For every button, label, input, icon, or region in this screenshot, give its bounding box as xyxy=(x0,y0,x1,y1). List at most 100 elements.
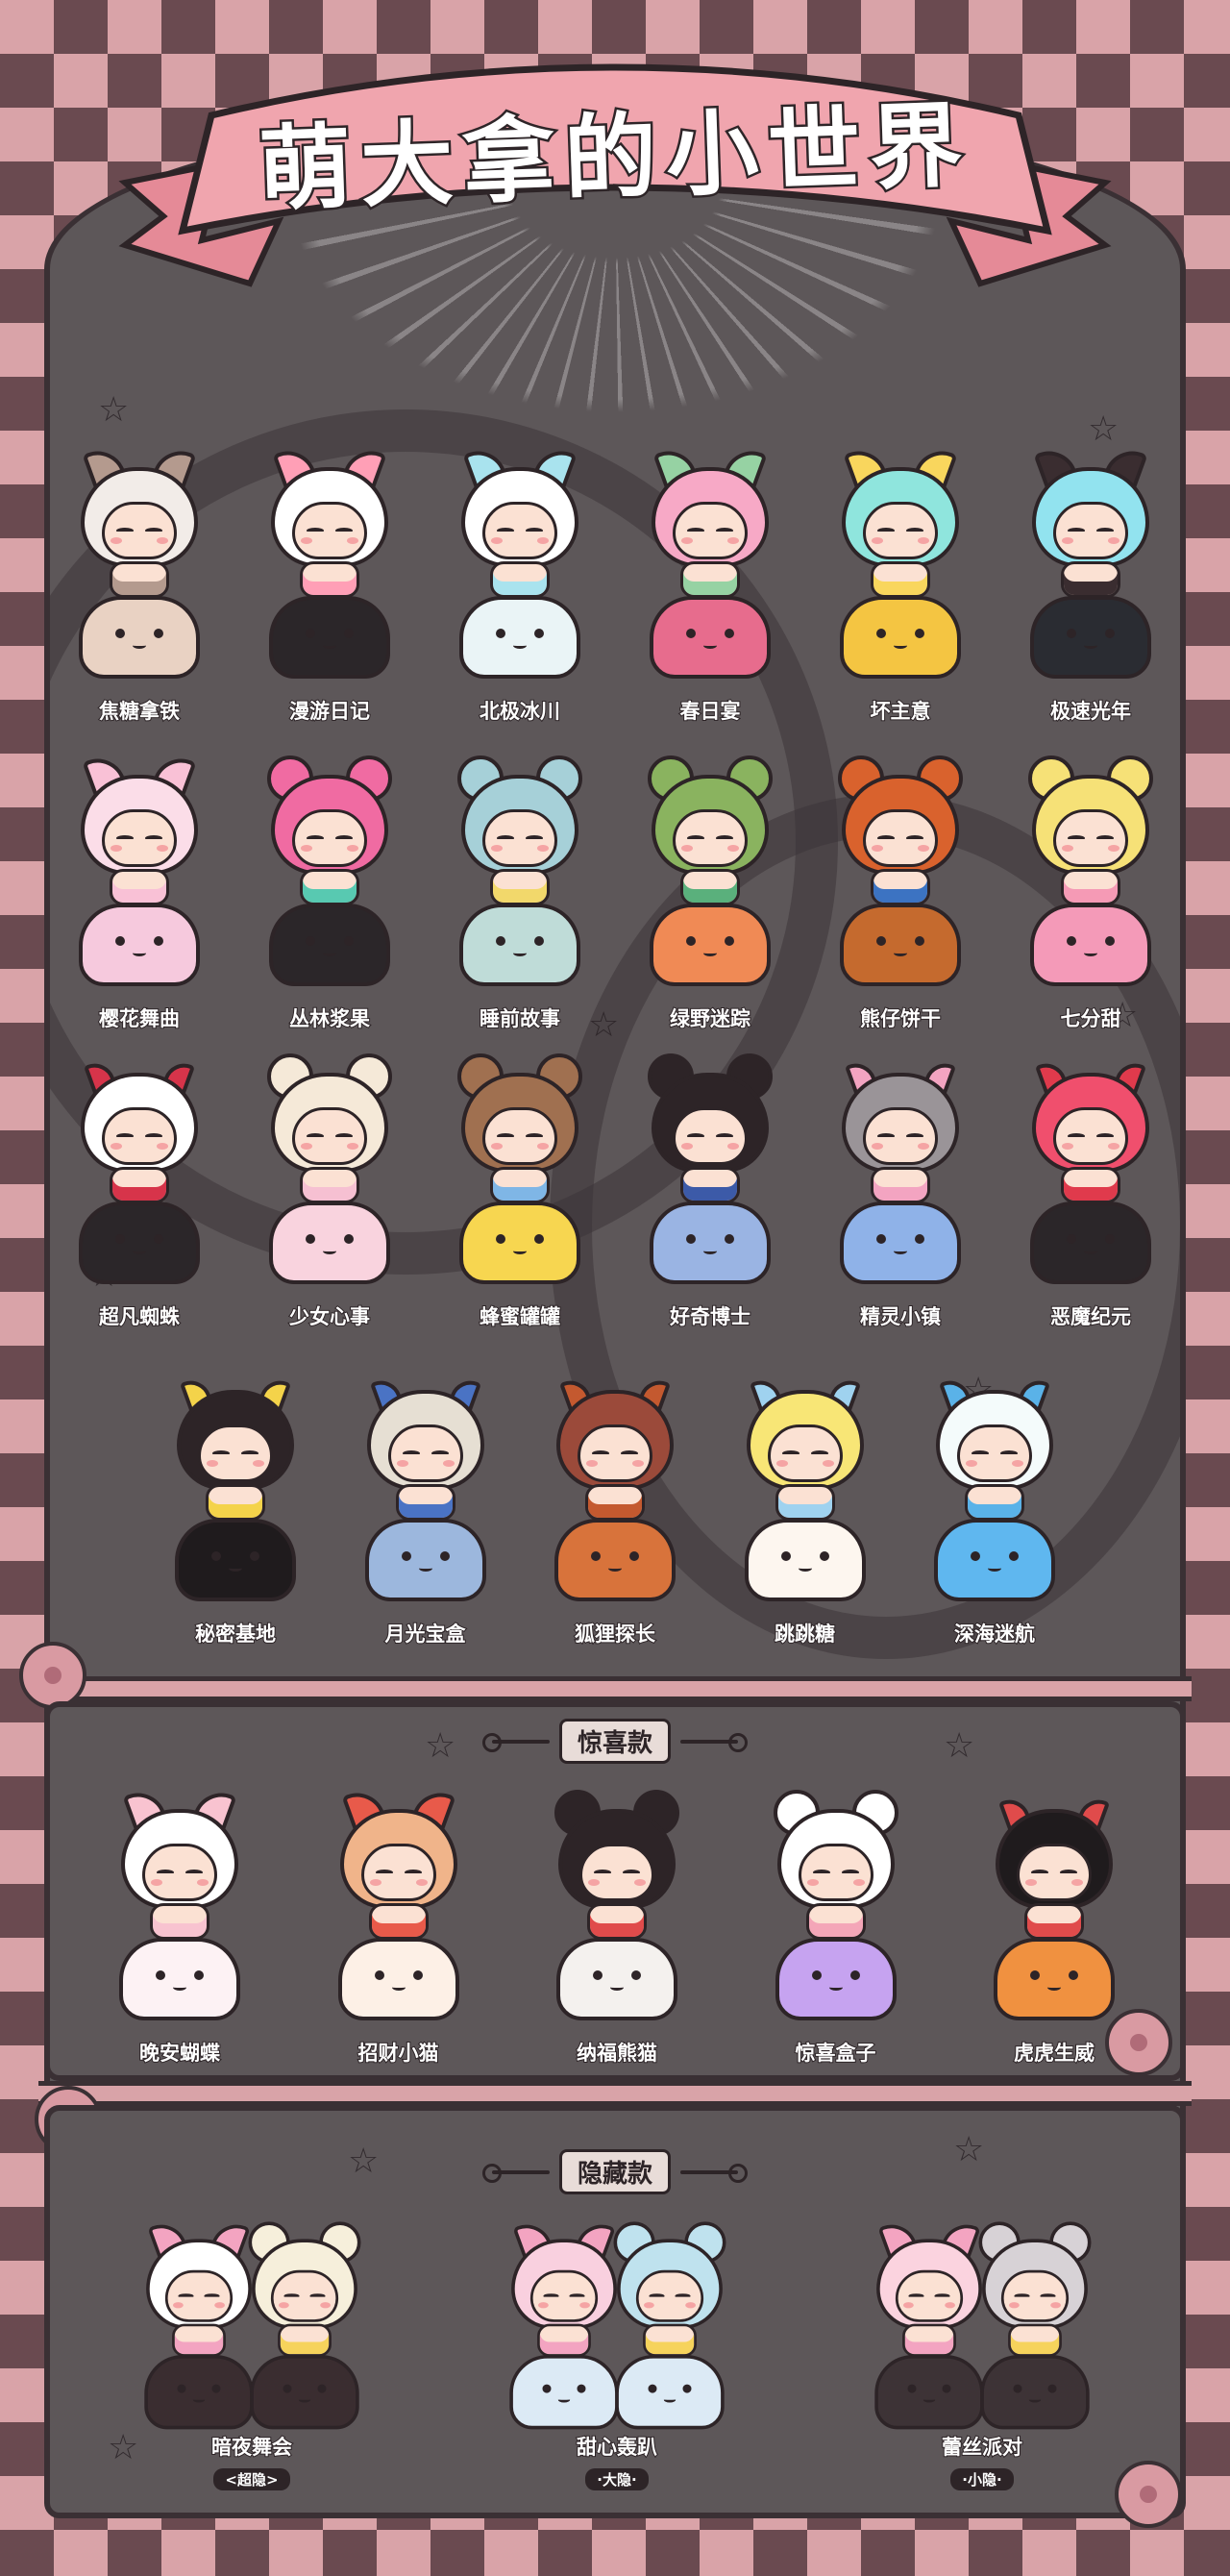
eye xyxy=(250,1551,259,1561)
cheek xyxy=(872,537,883,544)
eye xyxy=(543,2293,559,2298)
figure-illustration xyxy=(163,1365,308,1615)
mouth xyxy=(133,950,146,956)
figure-card[interactable]: 春日宴 xyxy=(628,442,792,725)
figure-illustration xyxy=(971,2217,1100,2441)
figure-card[interactable]: 精灵小镇 xyxy=(819,1048,982,1330)
mouth xyxy=(922,2396,936,2403)
body xyxy=(1061,561,1120,598)
figure-card[interactable]: 坏主意 xyxy=(819,442,982,725)
figure-card[interactable]: 超凡蜘蛛 xyxy=(58,1048,221,1330)
figure-illustration xyxy=(638,750,782,1000)
figure-card[interactable]: 招财小猫 xyxy=(317,1784,480,2067)
hidden-panel: 隐藏款 ☆ ☆ ☆ 暗夜舞会 <超隐> 甜心轰趴 ·大隐· 蕾丝派对 ·小隐· xyxy=(44,2105,1186,2518)
animal-base xyxy=(650,1201,771,1284)
cheek xyxy=(369,1879,381,1886)
cheek xyxy=(632,1460,644,1467)
ornament-icon xyxy=(481,2163,550,2183)
eye xyxy=(307,528,324,533)
eye xyxy=(876,629,886,638)
eye xyxy=(154,1234,163,1244)
eye xyxy=(716,1133,733,1139)
mouth xyxy=(418,1565,432,1572)
mouth xyxy=(513,1248,527,1254)
figure-card[interactable]: 秘密基地 xyxy=(154,1365,317,1647)
hidden-figure-card[interactable]: 蕾丝派对 ·小隐· xyxy=(838,2217,1126,2490)
figure-card[interactable]: 蜂蜜罐罐 xyxy=(438,1048,602,1330)
face xyxy=(863,1107,938,1165)
figure-card[interactable]: 七分甜 xyxy=(1009,750,1172,1032)
eye xyxy=(211,1551,221,1561)
figure-name: 极速光年 xyxy=(1049,699,1132,724)
figure-card[interactable]: 熊仔饼干 xyxy=(819,750,982,1032)
eye xyxy=(335,528,353,533)
body xyxy=(1061,869,1120,905)
body xyxy=(680,561,740,598)
eye xyxy=(526,835,543,841)
figure-name: 晚安蝴蝶 xyxy=(138,2041,221,2066)
figure-card[interactable]: 丛林浆果 xyxy=(248,750,411,1032)
figure-name: 招财小猫 xyxy=(357,2041,440,2066)
figure-card[interactable]: 北极冰川 xyxy=(438,442,602,725)
figure-illustration xyxy=(354,1365,498,1615)
eye xyxy=(725,1234,734,1244)
eye xyxy=(971,1551,980,1561)
figure-card[interactable]: 恶魔纪元 xyxy=(1009,1048,1172,1330)
figure-card[interactable]: 好奇博士 xyxy=(628,1048,792,1330)
figure-card[interactable]: 深海迷航 xyxy=(913,1365,1076,1647)
figure-card[interactable]: 焦糖拿铁 xyxy=(58,442,221,725)
animal-base xyxy=(980,2355,1090,2430)
figure-illustration xyxy=(258,1048,402,1298)
animal-base xyxy=(840,904,961,986)
cheek xyxy=(157,1143,168,1150)
surprise-row: 晚安蝴蝶 招财小猫 纳福熊猫 惊喜盒子 虎虎生威 xyxy=(98,1784,1136,2067)
figure-illustration xyxy=(828,442,972,692)
eye xyxy=(1013,2384,1022,2393)
figure-card[interactable]: 月光宝盒 xyxy=(344,1365,507,1647)
figure-card[interactable]: 跳跳糖 xyxy=(724,1365,887,1647)
hidden-figure-card[interactable]: 甜心轰趴 ·大隐· xyxy=(473,2217,761,2490)
face xyxy=(863,502,938,559)
mouth xyxy=(1084,950,1097,956)
figure-card[interactable]: 晚安蝴蝶 xyxy=(98,1784,261,2067)
eye xyxy=(306,1234,315,1244)
hidden-row: 暗夜舞会 <超隐> 甜心轰趴 ·大隐· 蕾丝派对 ·小隐· xyxy=(108,2217,1126,2490)
eye xyxy=(344,1234,354,1244)
cheek xyxy=(207,1460,218,1467)
star-icon: ☆ xyxy=(953,2130,985,2169)
eye xyxy=(1105,629,1115,638)
cheek xyxy=(1108,1143,1119,1150)
cheek xyxy=(396,1460,408,1467)
star-icon: ☆ xyxy=(98,390,130,430)
figure-card[interactable]: 少女心事 xyxy=(248,1048,411,1330)
figure-card[interactable]: 樱花舞曲 xyxy=(58,750,221,1032)
figure-card[interactable]: 绿野迷踪 xyxy=(628,750,792,1032)
mouth xyxy=(1084,1248,1097,1254)
face xyxy=(1000,2269,1070,2322)
figure-card[interactable]: 纳福熊猫 xyxy=(535,1784,699,2067)
cheek xyxy=(634,1879,646,1886)
eye xyxy=(908,2293,924,2298)
figure-card[interactable]: 漫游日记 xyxy=(248,442,411,725)
cheek xyxy=(918,537,929,544)
cheek xyxy=(681,1143,693,1150)
figure-name: 熊仔饼干 xyxy=(859,1006,942,1031)
eye xyxy=(1040,2293,1056,2298)
eye xyxy=(1105,936,1115,946)
ornament-icon xyxy=(481,1732,550,1752)
eye xyxy=(716,835,733,841)
figure-card[interactable]: 狐狸探长 xyxy=(533,1365,697,1647)
figure-illustration xyxy=(1019,750,1163,1000)
figure-card[interactable]: 极速光年 xyxy=(1009,442,1172,725)
face xyxy=(164,2269,234,2322)
cheek xyxy=(320,2302,331,2309)
eye xyxy=(1030,1970,1040,1980)
figure-name: 丛林浆果 xyxy=(288,1006,371,1031)
eye xyxy=(344,629,354,638)
figure-card[interactable]: 睡前故事 xyxy=(438,750,602,1032)
figure-card[interactable]: 惊喜盒子 xyxy=(754,1784,918,2067)
animal-base xyxy=(79,1201,200,1284)
body xyxy=(110,561,169,598)
surprise-title: 惊喜款 xyxy=(558,1719,672,1764)
hidden-figure-card[interactable]: 暗夜舞会 <超隐> xyxy=(108,2217,396,2490)
